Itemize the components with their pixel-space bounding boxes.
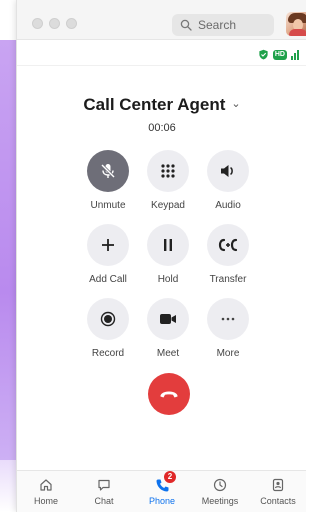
hang-up-icon bbox=[160, 391, 178, 398]
end-call-button[interactable] bbox=[148, 373, 190, 415]
search-field[interactable]: Search bbox=[172, 14, 274, 36]
screen: Search HD Call Center Agent ⌄ 00:06 Unmu… bbox=[0, 0, 306, 512]
video-camera-icon bbox=[160, 314, 176, 324]
close-window-button[interactable] bbox=[32, 18, 43, 29]
call-status-bar: HD bbox=[17, 44, 306, 66]
callee-name-text: Call Center Agent bbox=[83, 95, 226, 114]
transfer-control[interactable]: Transfer bbox=[198, 224, 258, 285]
meet-button[interactable] bbox=[147, 298, 189, 340]
transfer-label: Transfer bbox=[209, 274, 247, 285]
record-label: Record bbox=[91, 348, 125, 359]
speaker-icon bbox=[221, 165, 233, 177]
add-call-button[interactable] bbox=[87, 224, 129, 266]
audio-button[interactable] bbox=[207, 150, 249, 192]
meet-label: Meet bbox=[156, 348, 180, 359]
clock-icon bbox=[213, 478, 227, 492]
unmute-button[interactable] bbox=[87, 150, 129, 192]
more-label: More bbox=[216, 348, 240, 359]
microphone-muted-icon bbox=[100, 163, 116, 179]
plus-icon bbox=[102, 239, 114, 251]
hold-control[interactable]: Hold bbox=[138, 224, 198, 285]
chat-bubble-icon bbox=[98, 479, 110, 491]
hd-audio-badge: HD bbox=[272, 49, 287, 60]
encryption-shield-icon bbox=[259, 49, 268, 60]
hold-button[interactable] bbox=[147, 224, 189, 266]
bottom-tab-bar: Home Chat 2 Phone Meetings Contacts bbox=[17, 470, 306, 512]
search-icon bbox=[180, 19, 192, 31]
transfer-button[interactable] bbox=[207, 224, 249, 266]
desktop-wallpaper-fade bbox=[0, 460, 16, 512]
zoom-window-button[interactable] bbox=[66, 18, 77, 29]
chevron-down-icon[interactable]: ⌄ bbox=[231, 97, 240, 110]
tab-meetings[interactable]: Meetings bbox=[191, 477, 249, 506]
add-call-control[interactable]: Add Call bbox=[78, 224, 138, 285]
phone-app-window: Search HD Call Center Agent ⌄ 00:06 Unmu… bbox=[16, 0, 306, 512]
contacts-icon bbox=[272, 478, 284, 492]
title-bar: Search bbox=[17, 0, 306, 40]
keypad-button[interactable] bbox=[147, 150, 189, 192]
tab-chat-label: Chat bbox=[94, 496, 114, 506]
minimize-window-button[interactable] bbox=[49, 18, 60, 29]
tab-chat[interactable]: Chat bbox=[75, 477, 133, 506]
pause-icon bbox=[164, 239, 172, 251]
more-control[interactable]: More bbox=[198, 298, 258, 359]
more-dots-icon bbox=[221, 317, 235, 321]
add-call-label: Add Call bbox=[89, 274, 127, 285]
tab-contacts[interactable]: Contacts bbox=[249, 477, 306, 506]
tab-contacts-label: Contacts bbox=[260, 496, 296, 506]
tab-phone-label: Phone bbox=[148, 496, 176, 506]
call-timer: 00:06 bbox=[148, 122, 176, 134]
more-button[interactable] bbox=[207, 298, 249, 340]
keypad-label: Keypad bbox=[151, 200, 185, 211]
tab-meetings-label: Meetings bbox=[201, 496, 239, 506]
tab-phone[interactable]: 2 Phone bbox=[133, 471, 191, 506]
audio-label: Audio bbox=[215, 200, 241, 211]
transfer-icon bbox=[218, 238, 238, 252]
profile-avatar[interactable] bbox=[286, 12, 306, 36]
hold-label: Hold bbox=[157, 274, 179, 285]
unmute-control[interactable]: Unmute bbox=[78, 150, 138, 211]
signal-strength-icon bbox=[291, 49, 299, 60]
desktop-wallpaper bbox=[0, 40, 16, 460]
home-icon bbox=[40, 479, 52, 491]
meet-control[interactable]: Meet bbox=[138, 298, 198, 359]
tab-home-label: Home bbox=[33, 496, 58, 506]
record-icon bbox=[100, 311, 116, 327]
keypad-control[interactable]: Keypad bbox=[138, 150, 198, 211]
keypad-icon bbox=[161, 164, 175, 178]
audio-control[interactable]: Audio bbox=[198, 150, 258, 211]
unmute-label: Unmute bbox=[90, 200, 126, 211]
record-button[interactable] bbox=[87, 298, 129, 340]
missed-calls-badge: 2 bbox=[164, 471, 176, 483]
callee-name[interactable]: Call Center Agent ⌄ bbox=[17, 95, 306, 115]
search-placeholder: Search bbox=[198, 18, 237, 32]
record-control[interactable]: Record bbox=[78, 298, 138, 359]
tab-home[interactable]: Home bbox=[17, 477, 75, 506]
